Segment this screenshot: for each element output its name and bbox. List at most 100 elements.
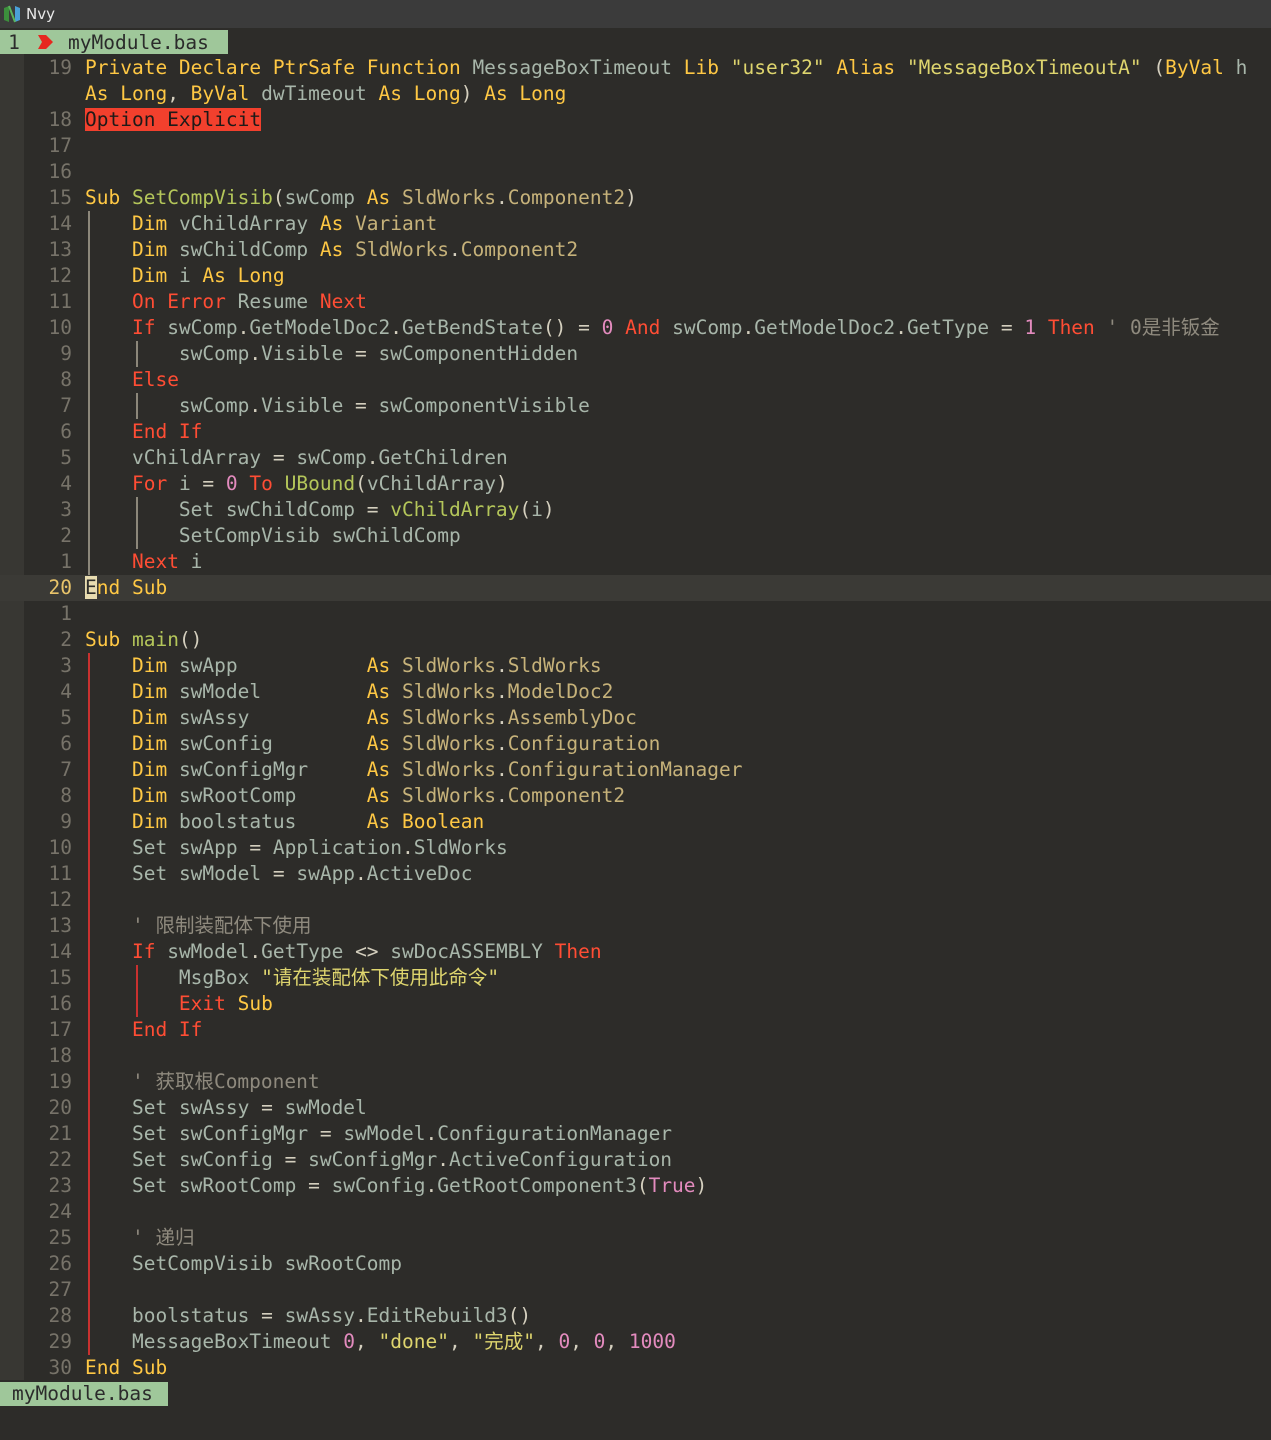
code-token: swRootComp bbox=[284, 1252, 402, 1275]
line-number: 12 bbox=[48, 264, 72, 287]
code-line[interactable]: 21 Set swConfigMgr = swModel.Configurati… bbox=[0, 1121, 1271, 1147]
code-token: swConfig bbox=[178, 732, 367, 755]
code-token: End Sub bbox=[85, 1356, 168, 1379]
code-line[interactable]: 6 Dim swConfig As SldWorks.Configuration bbox=[0, 731, 1271, 757]
code-token: . bbox=[895, 316, 907, 339]
statusline-filename: myModule.bas bbox=[0, 1382, 168, 1406]
code-line[interactable]: 13 Dim swChildComp As SldWorks.Component… bbox=[0, 237, 1271, 263]
code-line[interactable]: 27 bbox=[0, 1277, 1271, 1303]
code-line[interactable]: 23 Set swRootComp = swConfig.GetRootComp… bbox=[0, 1173, 1271, 1199]
code-token: Alias bbox=[836, 56, 907, 79]
code-line[interactable]: 20 Set swAssy = swModel bbox=[0, 1095, 1271, 1121]
code-token: As bbox=[366, 654, 403, 677]
line-code: Dim swAssy As SldWorks.AssemblyDoc bbox=[85, 705, 637, 731]
code-token: . bbox=[495, 654, 508, 677]
code-token: SetCompVisib bbox=[131, 1252, 285, 1275]
code-line[interactable]: 2 Sub main() bbox=[0, 627, 1271, 653]
code-line[interactable]: 12 Dim i As Long bbox=[0, 263, 1271, 289]
code-line[interactable]: 9 swComp.Visible = swComponentHidden bbox=[0, 341, 1271, 367]
code-line[interactable]: 26 SetCompVisib swRootComp bbox=[0, 1251, 1271, 1277]
code-line[interactable]: 14 Dim vChildArray As Variant bbox=[0, 211, 1271, 237]
tab-mymodule[interactable]: 1 myModule.bas bbox=[0, 30, 228, 54]
code-line[interactable]: 20 End Sub bbox=[0, 575, 1271, 601]
code-token: As Boolean bbox=[366, 810, 485, 833]
code-token: AssemblyDoc bbox=[507, 706, 637, 729]
code-line[interactable]: 19 ' 获取根Component bbox=[0, 1069, 1271, 1095]
code-line[interactable]: 18 Option Explicit bbox=[0, 107, 1271, 133]
code-token: swAssy bbox=[178, 1096, 262, 1119]
line-number: 18 bbox=[48, 108, 72, 131]
code-line[interactable]: 1 Next i bbox=[0, 549, 1271, 575]
code-token: ' 0是非钣金 bbox=[1106, 316, 1220, 339]
code-token: GetModelDoc2 bbox=[754, 316, 896, 339]
code-line[interactable]: 7 swComp.Visible = swComponentVisible bbox=[0, 393, 1271, 419]
code-line[interactable]: 24 bbox=[0, 1199, 1271, 1225]
code-line[interactable]: 25 ' 递归 bbox=[0, 1225, 1271, 1251]
code-line[interactable]: 28 boolstatus = swAssy.EditRebuild3() bbox=[0, 1303, 1271, 1329]
code-line[interactable]: 10 Set swApp = Application.SldWorks bbox=[0, 835, 1271, 861]
line-number: 22 bbox=[48, 1148, 72, 1171]
code-line[interactable]: 8 Dim swRootComp As SldWorks.Component2 bbox=[0, 783, 1271, 809]
code-line[interactable]: 2 SetCompVisib swChildComp bbox=[0, 523, 1271, 549]
code-line[interactable]: 11 Set swModel = swApp.ActiveDoc bbox=[0, 861, 1271, 887]
code-line[interactable]: 1 bbox=[0, 601, 1271, 627]
code-line[interactable]: 3 Set swChildComp = vChildArray(i) bbox=[0, 497, 1271, 523]
code-token: As bbox=[366, 732, 403, 755]
indent-guide bbox=[88, 887, 90, 913]
code-token: Then bbox=[1047, 316, 1107, 339]
line-code: As Long, ByVal dwTimeout As Long) As Lon… bbox=[85, 81, 566, 107]
code-line[interactable]: 7 Dim swConfigMgr As SldWorks.Configurat… bbox=[0, 757, 1271, 783]
code-line[interactable]: 19 Private Declare PtrSafe Function Messa… bbox=[0, 55, 1271, 81]
code-line[interactable]: 29 MessageBoxTimeout 0, "done", "完成", 0,… bbox=[0, 1329, 1271, 1355]
code-line[interactable]: 6 End If bbox=[0, 419, 1271, 445]
code-line[interactable]: 12 bbox=[0, 887, 1271, 913]
code-token: As Long bbox=[202, 264, 285, 287]
code-token: Variant bbox=[355, 212, 438, 235]
code-line[interactable]: 4 For i = 0 To UBound(vChildArray) bbox=[0, 471, 1271, 497]
code-line[interactable]: 5 Dim swAssy As SldWorks.AssemblyDoc bbox=[0, 705, 1271, 731]
code-token: ) bbox=[460, 82, 485, 105]
code-token: Declare bbox=[178, 56, 273, 79]
code-token: swAssy bbox=[284, 1304, 356, 1327]
code-line[interactable]: 11 On Error Resume Next bbox=[0, 289, 1271, 315]
code-token: boolstatus bbox=[131, 1304, 262, 1327]
line-code: Dim swConfig As SldWorks.Configuration bbox=[85, 731, 660, 757]
code-token: ' 限制装配体下使用 bbox=[131, 914, 312, 937]
code-token: = bbox=[261, 1096, 285, 1119]
code-line[interactable]: 14 If swModel.GetType <> swDocASSEMBLY T… bbox=[0, 939, 1271, 965]
line-code: If swComp.GetModelDoc2.GetBendState() = … bbox=[85, 315, 1220, 341]
code-line[interactable]: 16 Exit Sub bbox=[0, 991, 1271, 1017]
code-token: 0 bbox=[343, 1330, 356, 1353]
tab-number: 1 bbox=[8, 30, 20, 54]
code-line[interactable]: 3 Dim swApp As SldWorks.SldWorks bbox=[0, 653, 1271, 679]
code-line[interactable]: 17 bbox=[0, 133, 1271, 159]
code-editor[interactable]: 19 Private Declare PtrSafe Function Messa… bbox=[0, 55, 1271, 1381]
line-code: Dim swConfigMgr As SldWorks.Configuratio… bbox=[85, 757, 743, 783]
code-line[interactable]: 17 End If bbox=[0, 1017, 1271, 1043]
code-token: Visible bbox=[261, 342, 356, 365]
code-token: i bbox=[178, 264, 203, 287]
code-line[interactable]: 16 bbox=[0, 159, 1271, 185]
code-line[interactable]: 13 ' 限制装配体下使用 bbox=[0, 913, 1271, 939]
line-number: 20 bbox=[48, 1096, 72, 1119]
code-line[interactable]: 22 Set swConfig = swConfigMgr.ActiveConf… bbox=[0, 1147, 1271, 1173]
line-code: Dim i As Long bbox=[85, 263, 285, 289]
code-line[interactable]: 10 If swComp.GetModelDoc2.GetBendState()… bbox=[0, 315, 1271, 341]
code-line[interactable]: As Long, ByVal dwTimeout As Long) As Lon… bbox=[0, 81, 1271, 107]
code-line[interactable]: 9 Dim boolstatus As Boolean bbox=[0, 809, 1271, 835]
code-line[interactable]: 18 bbox=[0, 1043, 1271, 1069]
code-line[interactable]: 30 End Sub bbox=[0, 1355, 1271, 1381]
code-token: ( bbox=[1153, 56, 1166, 79]
code-line[interactable]: 15 Sub SetCompVisib(swComp As SldWorks.Co… bbox=[0, 185, 1271, 211]
code-line[interactable]: 8 Else bbox=[0, 367, 1271, 393]
code-line[interactable]: 4 Dim swModel As SldWorks.ModelDoc2 bbox=[0, 679, 1271, 705]
code-token: As bbox=[366, 680, 403, 703]
code-line[interactable]: 15 MsgBox "请在装配体下使用此命令" bbox=[0, 965, 1271, 991]
line-code: MessageBoxTimeout 0, "done", "完成", 0, 0,… bbox=[85, 1329, 676, 1355]
code-token: MessageBoxTimeout bbox=[472, 56, 684, 79]
code-line[interactable]: 5 vChildArray = swComp.GetChildren bbox=[0, 445, 1271, 471]
